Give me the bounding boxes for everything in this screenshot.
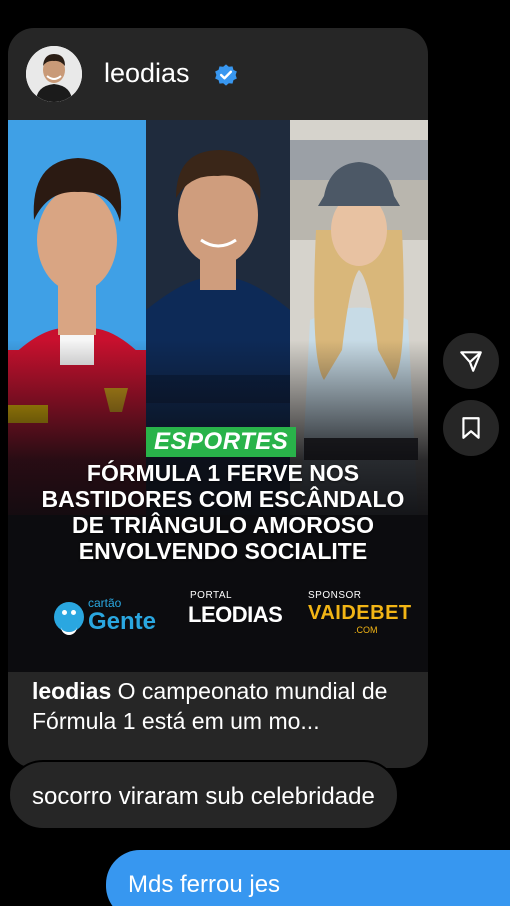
logo-text-com: .COM [354, 625, 378, 635]
post-header[interactable]: leodias [8, 28, 428, 120]
logo-text-big: LEODIAS [188, 602, 283, 627]
post-username[interactable]: leodias [104, 58, 190, 89]
logo-text-small: SPONSOR [308, 590, 362, 601]
logo-text-big: VAIDEBET [308, 602, 412, 624]
share-button[interactable] [443, 333, 499, 389]
portal-leodias-logo: PORTAL LEODIAS [188, 588, 288, 638]
sponsor-logos: cartão Gente PORTAL LEODIAS SPONSOR VAID… [8, 586, 428, 650]
vaidebet-logo: SPONSOR VAIDEBET .COM [308, 588, 411, 644]
send-icon [460, 351, 482, 372]
post-caption[interactable]: leodias O campeonato mundial de Fórmula … [32, 672, 412, 736]
verified-badge-icon [215, 64, 237, 86]
sent-message-bubble[interactable]: Mds ferrou jes [106, 850, 510, 906]
logo-text-small: PORTAL [190, 590, 233, 601]
smiley-icon [54, 602, 84, 635]
save-button[interactable] [443, 400, 499, 456]
avatar[interactable] [26, 46, 82, 102]
post-headline: FÓRMULA 1 FERVE NOS BASTIDORES COM ESCÂN… [41, 460, 405, 564]
logo-text-big: Gente [88, 608, 157, 635]
cartao-gente-logo: cartão Gente [54, 592, 164, 638]
category-tag: ESPORTES [146, 427, 297, 457]
post-image[interactable]: ESPORTES FÓRMULA 1 FERVE NOS BASTIDORES … [8, 120, 428, 672]
shared-post-card[interactable]: leodias ESPORTES FÓRMULA 1 FERVE NOS BAS… [8, 28, 428, 768]
bookmark-icon [462, 417, 480, 439]
received-message-bubble[interactable]: socorro viraram sub celebridade [8, 760, 399, 830]
caption-username[interactable]: leodias [32, 678, 111, 704]
